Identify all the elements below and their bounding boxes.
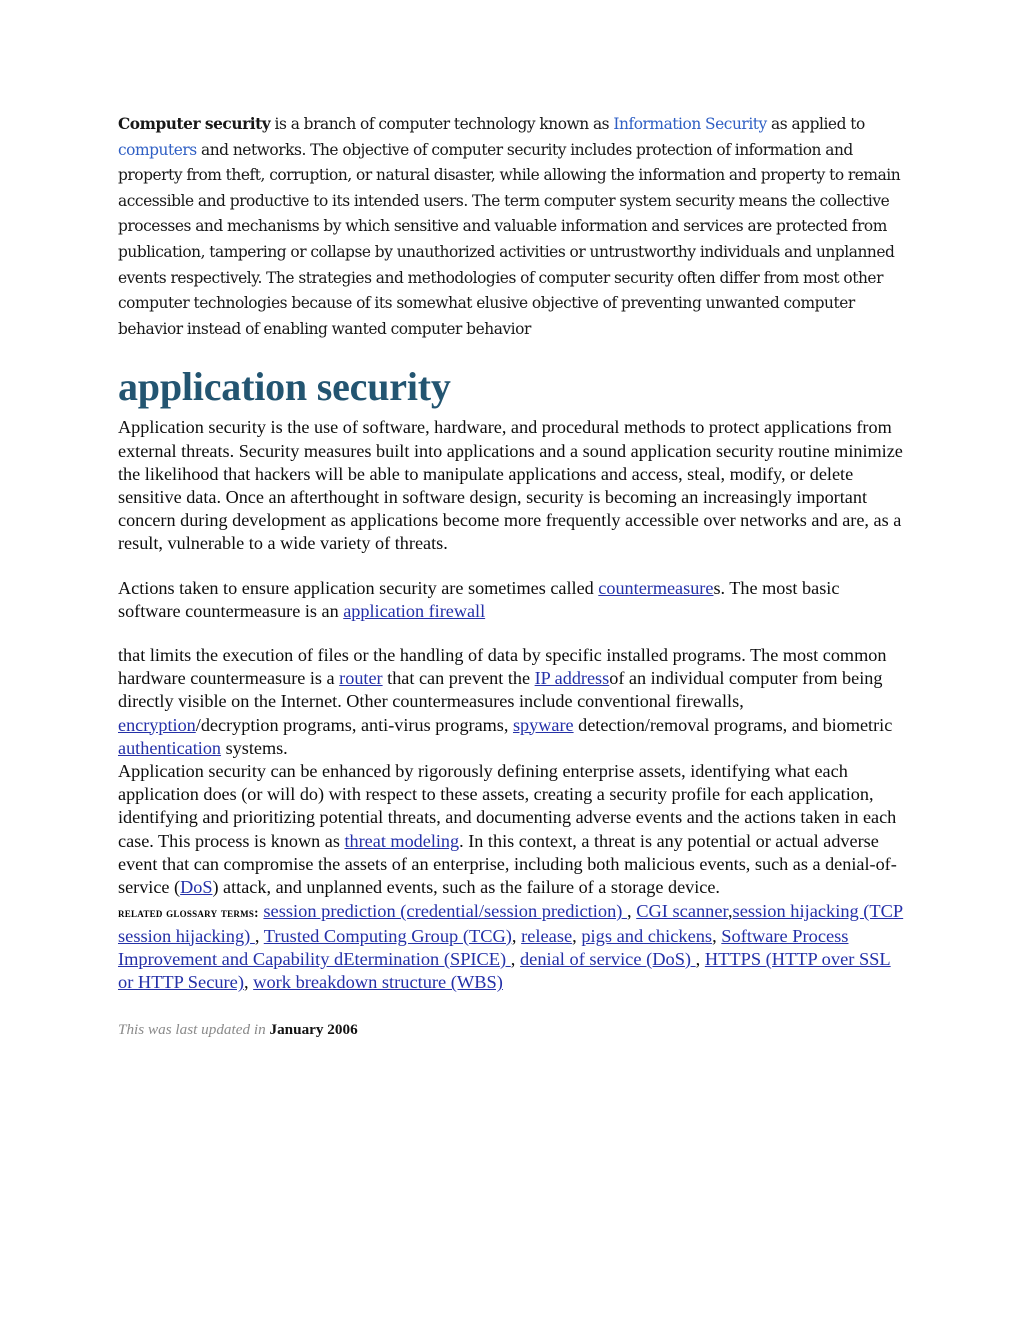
para3-text-4: /decryption programs, anti-virus program…	[195, 714, 513, 735]
related-term-link[interactable]: release	[521, 926, 572, 946]
related-term-link[interactable]: Trusted Computing Group (TCG)	[264, 926, 512, 946]
related-term-separator: ,	[243, 972, 254, 993]
link-threat-modeling[interactable]: threat modeling	[344, 831, 459, 851]
link-computers[interactable]: computers	[118, 141, 197, 159]
link-router[interactable]: router	[339, 668, 382, 688]
related-term-separator: ,	[254, 925, 264, 946]
para4-text-3: ) attack, and unplanned events, such as …	[212, 877, 720, 897]
last-updated-value: January 2006	[269, 1020, 358, 1038]
related-term-link[interactable]: session prediction (credential/session p…	[263, 901, 627, 921]
intro-text-1: is a branch of computer technology known…	[270, 115, 614, 133]
link-information-security[interactable]: Information Security	[613, 115, 767, 133]
link-authentication[interactable]: authentication	[118, 738, 221, 758]
last-updated: This was last updated in January 2006	[118, 1020, 904, 1040]
link-dos[interactable]: DoS	[180, 877, 212, 897]
link-ip-address[interactable]: IP address	[535, 668, 610, 688]
link-application-firewall[interactable]: application firewall	[343, 601, 485, 621]
related-term-separator: ,	[627, 901, 637, 922]
link-countermeasure[interactable]: countermeasure	[598, 578, 713, 598]
intro-paragraph: Computer security is a branch of compute…	[118, 112, 904, 342]
related-term-link[interactable]: denial of service (DoS)	[520, 949, 696, 969]
paragraph-countermeasures: Actions taken to ensure application secu…	[118, 577, 904, 623]
intro-text-3: and networks. The objective of computer …	[118, 140, 901, 338]
related-term-link[interactable]: work breakdown structure (WBS)	[253, 972, 503, 992]
paragraph-threat-modeling: Application security can be enhanced by …	[118, 760, 904, 899]
intro-lead-bold: Computer security	[118, 115, 271, 133]
related-glossary-label: Related Glossary Terms:	[118, 905, 259, 921]
document-content: Computer security is a branch of compute…	[118, 112, 904, 1055]
link-encryption[interactable]: encryption	[118, 715, 196, 735]
para2-text-1: Actions taken to ensure application secu…	[118, 577, 599, 598]
document-page: Computer security is a branch of compute…	[0, 0, 1020, 1320]
paragraph-hardware-countermeasures: that limits the execution of files or th…	[118, 644, 904, 760]
para3-text-6: systems.	[221, 737, 288, 758]
related-term-separator: ,	[695, 949, 705, 970]
related-term-link[interactable]: CGI scanner	[636, 901, 728, 921]
link-spyware[interactable]: spyware	[513, 715, 574, 735]
related-term-separator: ,	[510, 949, 520, 970]
related-term-separator: ,	[572, 925, 582, 946]
intro-text-2: as applied to	[766, 115, 865, 133]
last-updated-label: This was last updated in	[118, 1020, 270, 1038]
related-term-separator: ,	[712, 925, 722, 946]
paragraph-spacer-2	[118, 623, 904, 644]
page-title: application security	[118, 364, 451, 410]
paragraph-definition: Application security is the use of softw…	[118, 417, 903, 554]
related-term-link[interactable]: pigs and chickens	[581, 926, 712, 946]
related-term-separator: ,	[511, 925, 522, 946]
related-glossary-terms: Related Glossary Terms: session predicti…	[118, 900, 904, 995]
para3-text-2: that can prevent the	[382, 668, 535, 689]
para3-text-5: detection/removal programs, and biometri…	[573, 714, 893, 735]
